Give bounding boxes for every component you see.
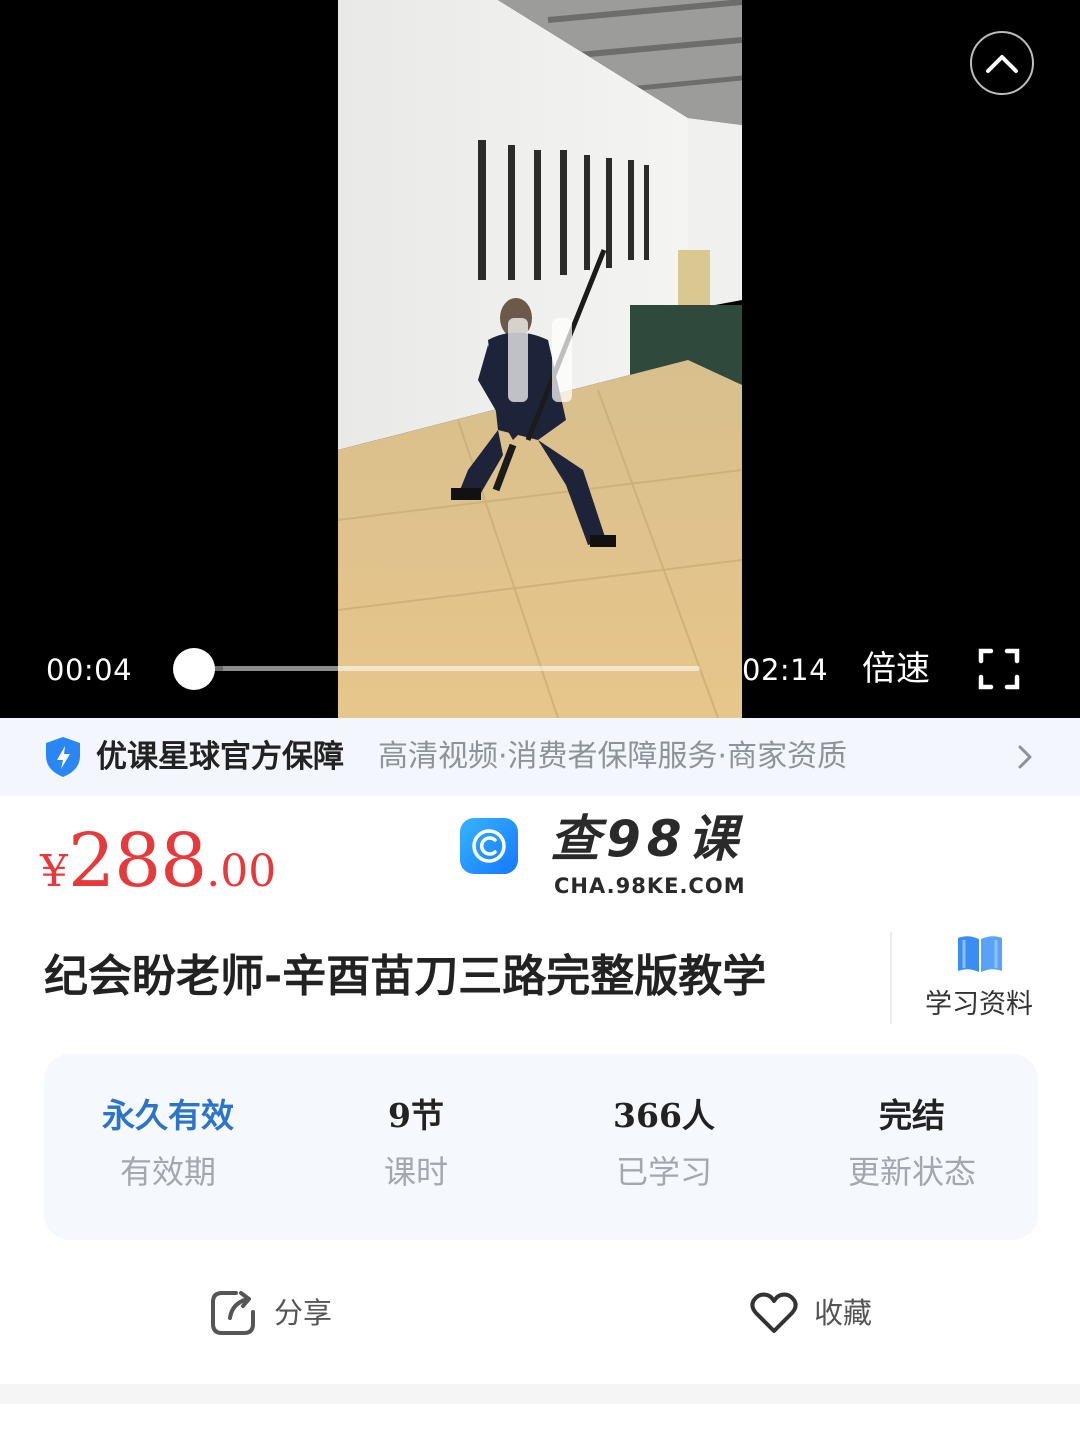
- progress-slider[interactable]: [172, 648, 700, 690]
- playback-speed-button[interactable]: 倍速: [862, 647, 930, 691]
- chevron-right-icon: [1018, 745, 1032, 769]
- fullscreen-icon: [978, 648, 1020, 690]
- pause-button[interactable]: [508, 318, 572, 402]
- stat-value: 9节: [388, 1096, 444, 1135]
- shield-icon: [46, 737, 80, 777]
- stat-value: 永久有效: [102, 1096, 234, 1135]
- study-materials-button[interactable]: 学习资料: [918, 930, 1040, 1028]
- watermark-title: 查98课: [550, 810, 744, 868]
- stat-value: 366人: [613, 1096, 715, 1135]
- guarantee-title: 优课星球官方保障: [96, 739, 344, 775]
- current-time: 00:04: [46, 653, 133, 687]
- watermark-logo: [460, 818, 518, 874]
- price-decimal: .00: [206, 846, 277, 897]
- favorite-button[interactable]: 收藏: [750, 1286, 872, 1340]
- study-materials-label: 学习资料: [925, 989, 1033, 1020]
- course-price: ¥288.00: [40, 818, 276, 904]
- chevron-up-icon: [986, 55, 1018, 73]
- watermark-url: CHA.98KE.COM: [554, 874, 746, 898]
- share-icon: [211, 1291, 255, 1335]
- duration-time: 02:14: [742, 653, 829, 687]
- favorite-label: 收藏: [814, 1296, 873, 1330]
- course-stats-card: 永久有效 有效期 9节 课时 366人 已学习 完结 更新状态: [44, 1054, 1038, 1240]
- guarantee-banner[interactable]: 优课星球官方保障 高清视频·消费者保障服务·商家资质: [0, 718, 1080, 796]
- share-button[interactable]: 分享: [208, 1286, 332, 1340]
- course-title: 纪会盼老师-辛酉苗刀三路完整版教学: [44, 951, 767, 1002]
- share-label: 分享: [274, 1296, 333, 1330]
- stat-learners: 366人 已学习: [540, 1094, 788, 1194]
- section-separator: [0, 1384, 1080, 1404]
- progress-thumb[interactable]: [172, 648, 215, 690]
- pause-icon: [508, 318, 528, 402]
- collapse-button[interactable]: [970, 31, 1034, 95]
- stat-update-status: 完结 更新状态: [788, 1094, 1036, 1194]
- stat-label: 有效期: [119, 1153, 216, 1191]
- stat-label: 更新状态: [847, 1153, 976, 1191]
- price-integer: 288: [68, 818, 207, 904]
- fullscreen-button[interactable]: [978, 648, 1020, 690]
- watermark-logo-icon: [472, 829, 506, 863]
- stat-validity: 永久有效 有效期: [44, 1094, 292, 1194]
- heart-icon: [750, 1292, 798, 1333]
- stat-value: 完结: [879, 1096, 945, 1135]
- video-player[interactable]: 00:04 02:14 倍速: [0, 0, 1080, 718]
- stat-lessons: 9节 课时: [292, 1094, 540, 1194]
- guarantee-items: 高清视频·消费者保障服务·商家资质: [378, 739, 848, 774]
- divider: [890, 932, 892, 1024]
- stat-label: 已学习: [615, 1153, 712, 1191]
- book-icon: [958, 936, 1002, 972]
- pause-icon: [552, 318, 572, 402]
- price-currency: ¥: [40, 846, 68, 897]
- stat-label: 课时: [383, 1153, 448, 1191]
